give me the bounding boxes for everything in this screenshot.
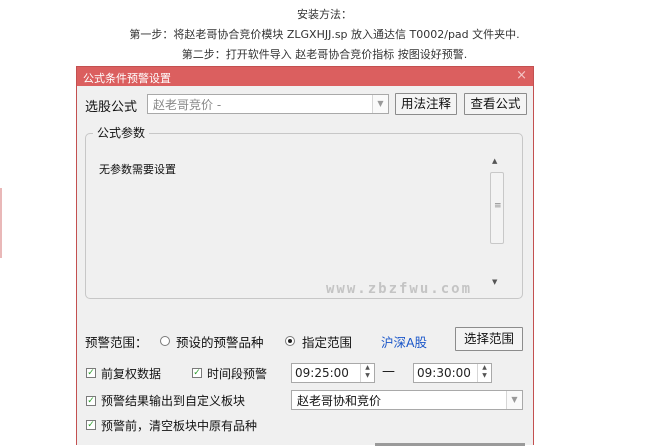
time-start-value: 09:25:00 <box>295 366 349 380</box>
arrow-down-icon[interactable]: ▼ <box>492 278 497 286</box>
block-select[interactable]: 赵老哥协和竞价 ▼ <box>291 390 523 410</box>
select-formula-label: 选股公式 <box>85 100 138 115</box>
checkbox-clear-block[interactable]: ✓ <box>86 420 96 430</box>
checkbox-fuquan-label[interactable]: 前复权数据 <box>101 365 161 382</box>
radio-preset-instruments[interactable] <box>160 336 170 346</box>
spinner-icon[interactable]: ▲ ▼ <box>477 364 491 382</box>
instructions-step2: 第二步：打开软件导入 赵老哥协合竞价指标 按图设好预警. <box>181 48 468 61</box>
alert-settings-dialog: 公式条件预警设置 × 选股公式 赵老哥竞价 - ▼ 用法注释 查看公式 公式参数… <box>76 66 534 446</box>
close-icon[interactable]: × <box>516 68 527 83</box>
view-formula-button[interactable]: 查看公式 <box>464 93 527 115</box>
market-range-link[interactable]: 沪深A股 <box>381 332 427 351</box>
time-end-input[interactable]: 09:30:00 ▲ ▼ <box>413 363 492 383</box>
checkbox-time-alert[interactable]: ✓ <box>192 368 202 378</box>
checkbox-output-block[interactable]: ✓ <box>86 396 96 406</box>
checkbox-clear-block-label[interactable]: 预警前，清空板块中原有品种 <box>101 417 257 434</box>
formula-params-title: 公式参数 <box>93 124 150 141</box>
radio-specified-label[interactable]: 指定范围 <box>302 332 352 351</box>
formula-select[interactable]: 赵老哥竞价 - ▼ <box>147 94 389 114</box>
radio-preset-label[interactable]: 预设的预警品种 <box>176 332 264 351</box>
instructions-title: 安装方法： <box>297 8 352 21</box>
spinner-icon[interactable]: ▲ ▼ <box>360 364 374 382</box>
watermark: www.zbzfwu.com <box>326 281 473 297</box>
checkbox-output-block-label[interactable]: 预警结果输出到自定义板块 <box>101 392 245 409</box>
checkbox-fuquan[interactable]: ✓ <box>86 368 96 378</box>
instructions-step1: 第一步：将赵老哥协合竞价模块 ZLGXHJJ.sp 放入通达信 T0002/pa… <box>129 28 520 41</box>
checkbox-time-alert-label[interactable]: 时间段预警 <box>207 365 267 382</box>
background-window-edge <box>0 188 2 258</box>
grip-icon: ≡ <box>494 201 502 211</box>
formula-select-value: 赵老哥竞价 - <box>153 98 222 112</box>
dialog-title: 公式条件预警设置 <box>83 72 171 85</box>
arrow-up-icon[interactable]: ▲ <box>492 157 497 165</box>
time-separator: — <box>382 364 395 379</box>
block-select-value: 赵老哥协和竞价 <box>297 394 382 408</box>
scrollbar-thumb[interactable]: ≡ <box>490 172 504 244</box>
select-range-button[interactable]: 选择范围 <box>455 327 523 351</box>
radio-specified-range[interactable] <box>285 336 295 346</box>
usage-notes-button[interactable]: 用法注释 <box>395 93 457 115</box>
alert-range-label: 预警范围： <box>85 335 148 350</box>
no-params-text: 无参数需要设置 <box>99 163 176 176</box>
chevron-down-icon[interactable]: ▼ <box>372 95 388 113</box>
chevron-down-icon[interactable]: ▼ <box>506 391 522 409</box>
params-scrollbar[interactable]: ▲ ≡ ▼ <box>487 152 505 292</box>
dialog-titlebar[interactable]: 公式条件预警设置 × <box>77 67 533 86</box>
time-start-input[interactable]: 09:25:00 ▲ ▼ <box>291 363 375 383</box>
time-end-value: 09:30:00 <box>417 366 471 380</box>
